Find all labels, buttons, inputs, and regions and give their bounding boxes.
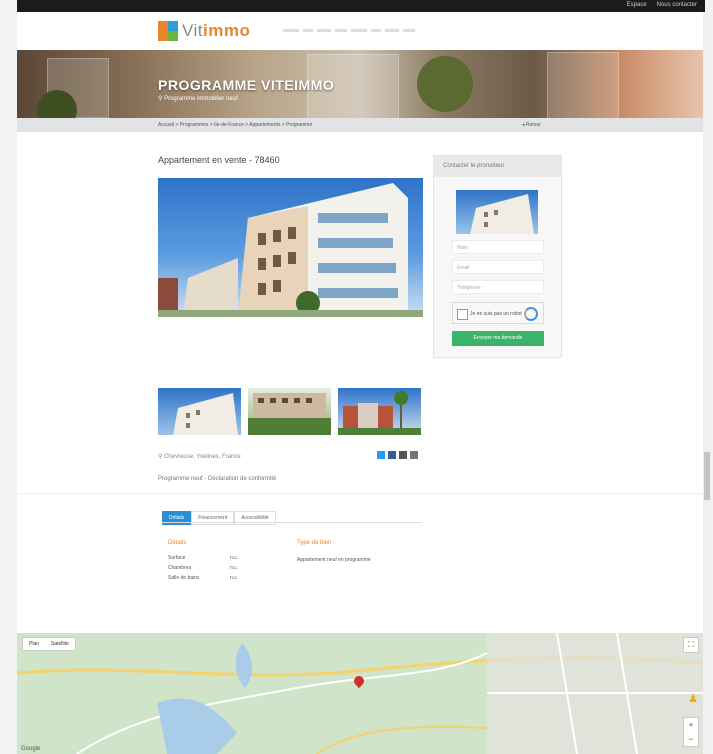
email-field[interactable]: Email [452,260,544,274]
listing-title: Appartement en vente - 78460 [158,155,280,165]
email-icon[interactable] [399,451,407,459]
nav-item[interactable] [335,29,347,32]
header: Vitimmo [17,12,705,50]
recaptcha-icon [524,307,538,321]
scrollbar-thumb[interactable] [704,452,710,500]
back-link[interactable]: ◂ Retour [522,122,541,128]
hero-subtitle: ⚲ Programme immobilier neuf [158,96,238,102]
captcha-checkbox[interactable] [457,309,468,320]
zoom-out-button[interactable]: − [684,732,698,746]
breadcrumb-bar: Accueil > Programmes > Ile-de-France > A… [17,118,705,132]
nav-item[interactable] [351,29,367,32]
contact-photo [456,190,538,234]
share-buttons [377,451,418,459]
name-field[interactable]: Nom [452,240,544,254]
feature-label: Salle de bains [168,575,200,581]
nav-item[interactable] [403,29,415,32]
submit-button[interactable]: Envoyer ma demande [452,331,544,346]
print-icon[interactable] [410,451,418,459]
street-view-icon[interactable]: ♟ [688,692,698,708]
map-attribution: Google [21,746,41,752]
feature-value: n.c. [230,575,239,581]
twitter-icon[interactable] [377,451,385,459]
logo-icon [158,21,178,41]
map-type-control: Plan Satellite [22,637,76,651]
zoom-in-button[interactable]: + [684,718,698,732]
thumbnail-1[interactable] [158,388,241,435]
listing-description: Programme neuf - Déclaration de conformi… [158,476,277,482]
fullscreen-icon[interactable]: ⛶ [683,637,699,653]
map-type-satellite[interactable]: Satellite [45,638,75,650]
location-pin-icon: ⚲ [158,96,163,102]
tab-underline [162,522,422,523]
nav-item[interactable] [371,29,381,32]
captcha: Je ne suis pas un robot [452,302,544,324]
phone-field[interactable]: Téléphone [452,280,544,294]
type-heading: Type de bien [297,540,332,546]
divider [17,493,705,494]
feature-value: n.c. [230,565,239,571]
thumbnail-2[interactable] [248,388,331,435]
thumbnail-3[interactable] [338,388,421,435]
main-photo[interactable] [158,178,423,317]
hero-title: PROGRAMME VITEIMMO [158,77,335,93]
feature-label: Surface [168,555,186,561]
page: Espace Nous contacter Vitimmo PROGRAMME … [17,0,705,754]
map[interactable]: Plan Satellite ⛶ ♟ + − Google [17,633,705,754]
hero-banner: PROGRAMME VITEIMMO ⚲ Programme immobilie… [17,50,705,118]
contact-heading: Contacter le promoteur [434,156,561,177]
feature-label: Chambres [168,565,192,571]
breadcrumb[interactable]: Accueil > Programmes > Ile-de-France > A… [158,122,312,128]
features-heading: Détails [168,540,187,546]
logo[interactable]: Vitimmo [158,21,250,41]
topbar-link-account[interactable]: Espace [627,2,647,8]
arrow-left-icon: ◂ [522,122,525,128]
top-bar: Espace Nous contacter [17,0,705,12]
photo-thumbnails [158,388,421,435]
scrollbar[interactable] [703,12,711,754]
contact-panel: Contacter le promoteur Nom Email Télépho… [433,155,562,358]
captcha-label: Je ne suis pas un robot [470,311,522,317]
zoom-control: + − [683,717,699,747]
location-pin-icon: ⚲ [158,454,163,460]
feature-value: n.c. [230,555,239,561]
nav-item[interactable] [283,29,299,32]
nav-item[interactable] [317,29,331,32]
listing-address: ⚲ Chevreuse, Yvelines, France [158,454,241,460]
map-type-plan[interactable]: Plan [23,638,45,650]
nav-item[interactable] [303,29,313,32]
topbar-link-contact[interactable]: Nous contacter [657,2,697,8]
nav-item[interactable] [385,29,399,32]
facebook-icon[interactable] [388,451,396,459]
main-nav [283,29,415,32]
type-value: Appartement neuf en programme [297,557,371,563]
logo-text: Vitimmo [182,21,251,40]
